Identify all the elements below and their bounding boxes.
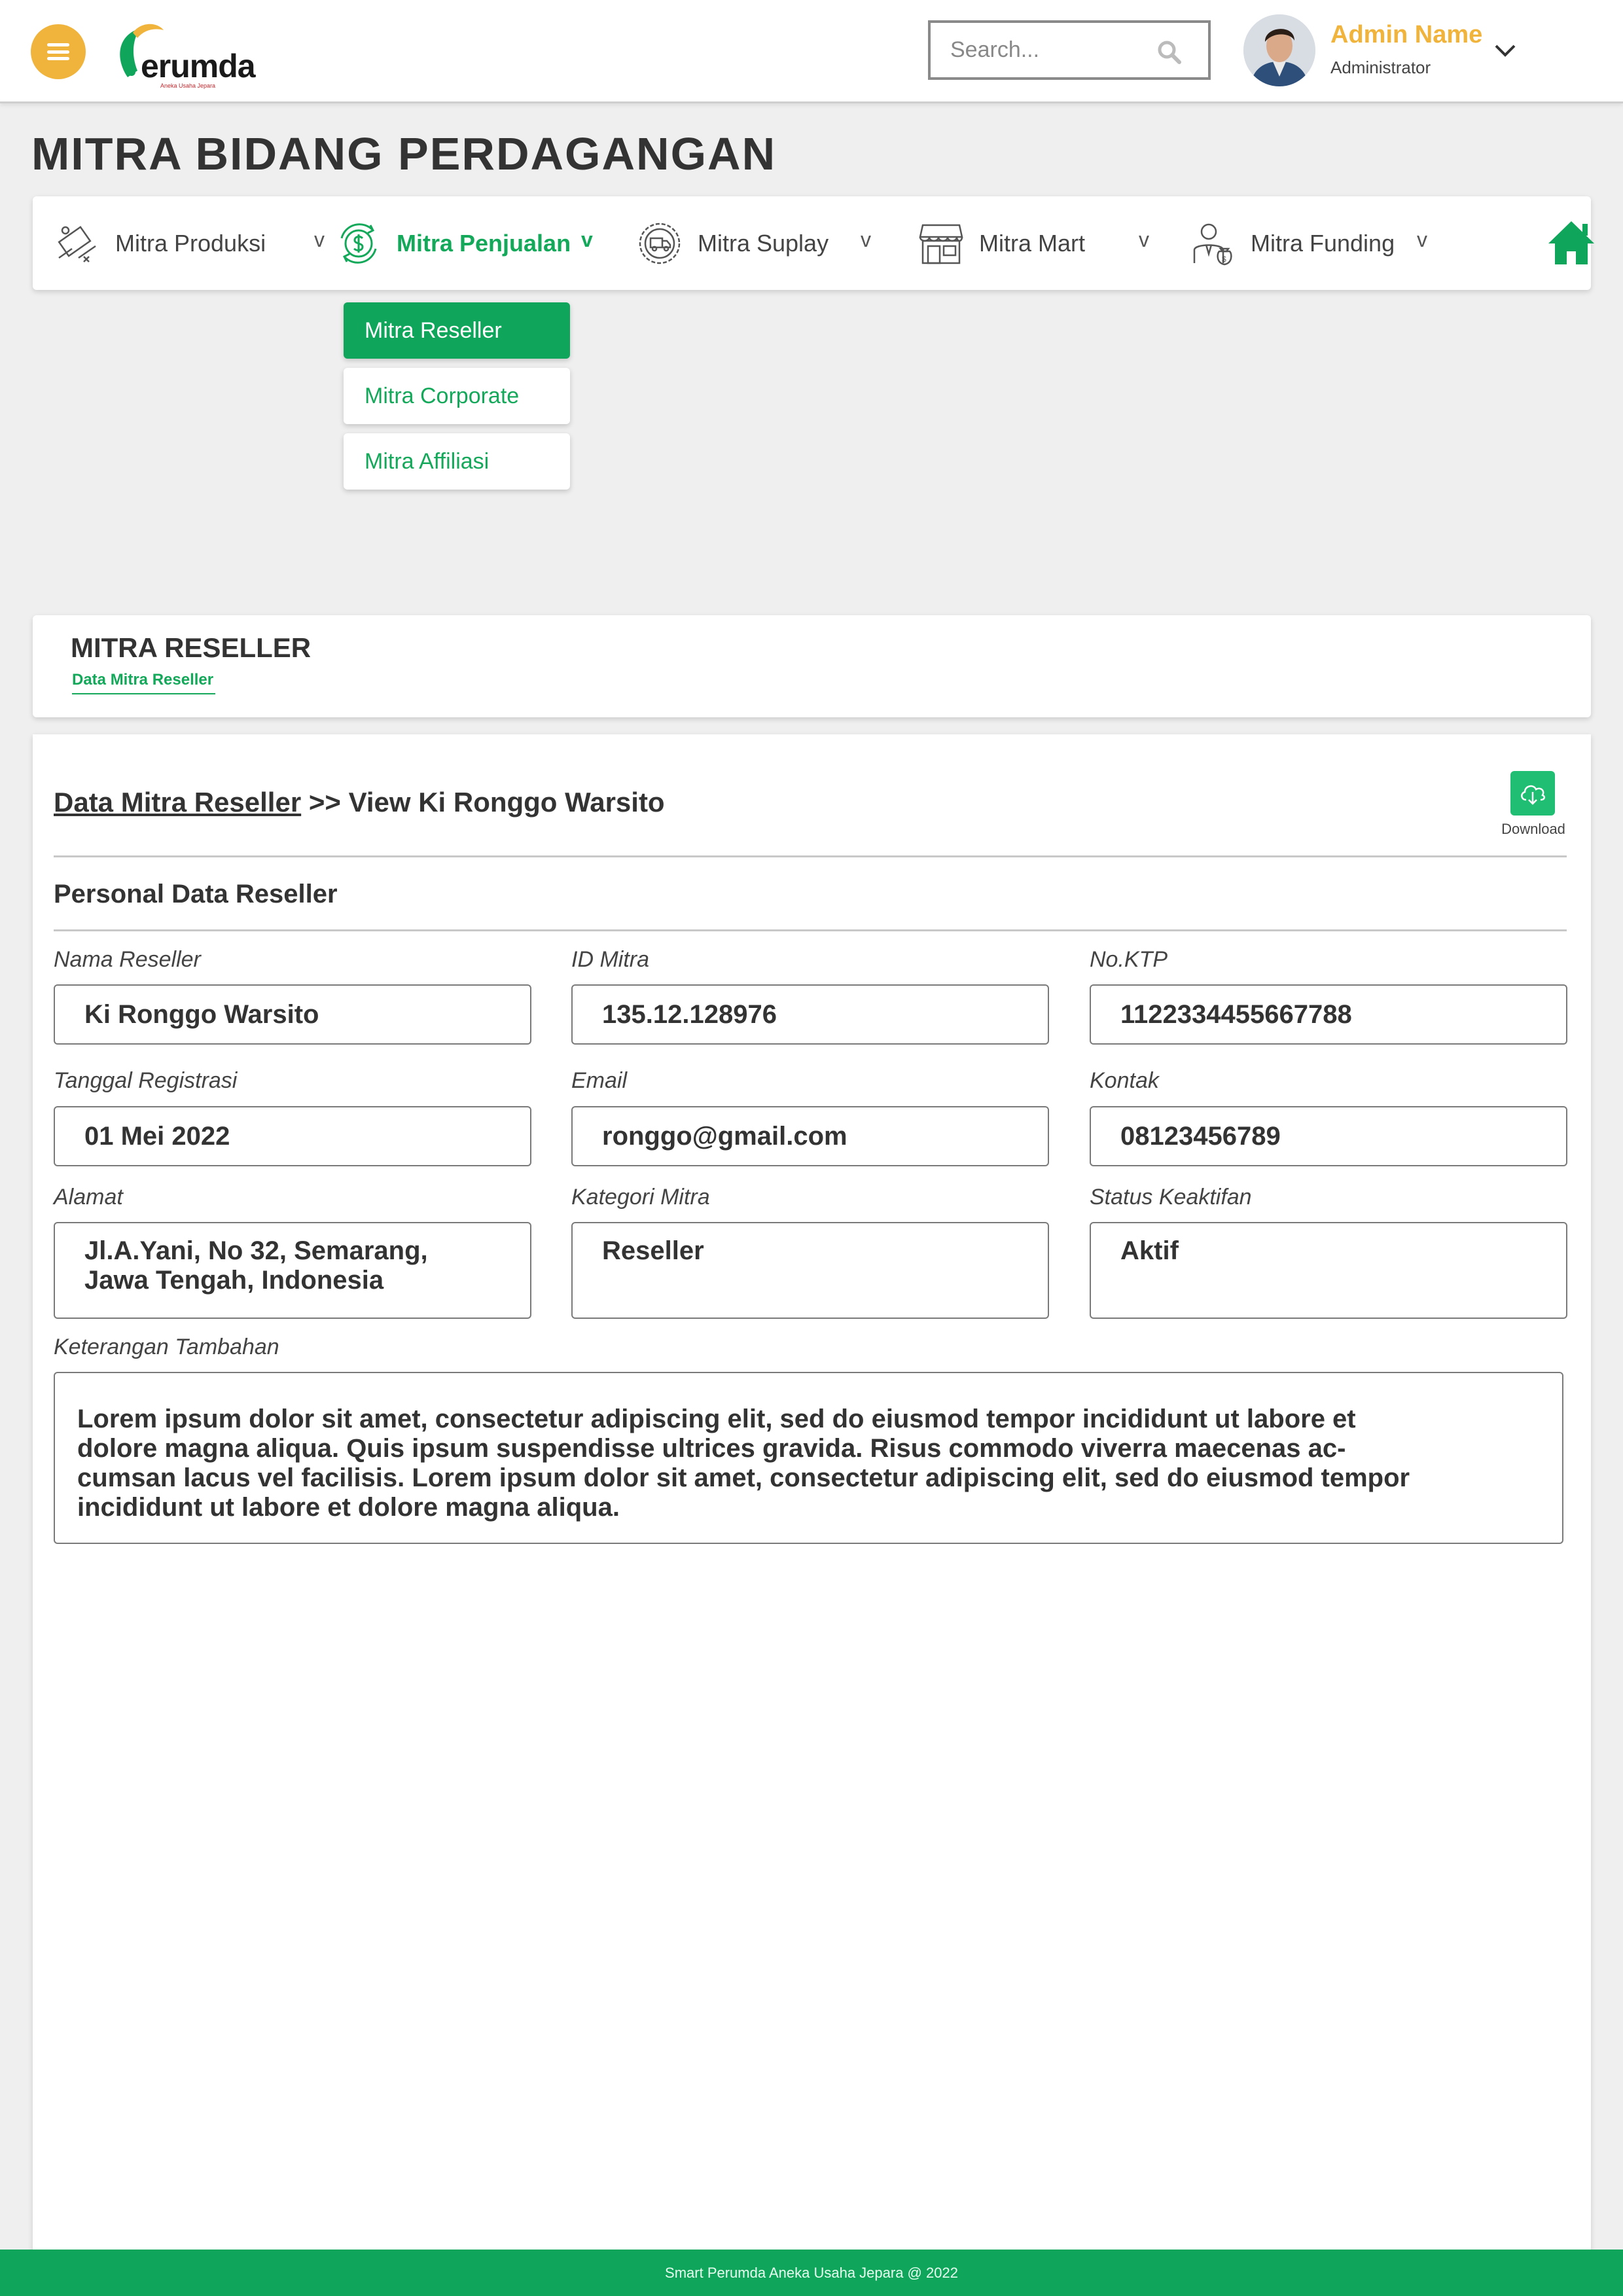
search-box[interactable]: [928, 20, 1211, 80]
field-alamat[interactable]: Jl.A.Yani, No 32, Semarang, Jawa Tengah,…: [54, 1222, 531, 1319]
breadcrumb: Data Mitra Reseller >> View Ki Ronggo Wa…: [54, 787, 665, 818]
user-photo-icon: [1243, 14, 1315, 86]
top-bar: erumda Aneka Usaha Jepara Admin Name Adm…: [0, 0, 1623, 103]
divider: [54, 855, 1567, 857]
search-icon[interactable]: [1157, 40, 1182, 65]
field-no-ktp[interactable]: 1122334455667788: [1090, 984, 1567, 1045]
section-title: MITRA RESELLER: [71, 632, 312, 663]
field-id-mitra[interactable]: 135.12.128976: [571, 984, 1049, 1045]
field-email[interactable]: ronggo@gmail.com: [571, 1106, 1049, 1166]
nav-caret: v: [1417, 228, 1427, 251]
nav-label: Mitra Mart: [979, 229, 1085, 257]
label-nama-reseller: Nama Reseller: [54, 947, 201, 972]
nav-caret: v: [581, 228, 593, 251]
funding-person-icon: $: [1193, 223, 1232, 265]
nav-item-mitra-funding[interactable]: $ Mitra Funding v: [1188, 196, 1427, 290]
label-email: Email: [571, 1068, 628, 1093]
download-label: Download: [1501, 821, 1565, 837]
logo-subtext: Aneka Usaha Jepara: [160, 82, 216, 89]
label-kategori-mitra: Kategori Mitra: [571, 1185, 710, 1210]
nav-item-mitra-penjualan[interactable]: Mitra Penjualan v: [334, 196, 593, 290]
dropdown-item-mitra-corporate[interactable]: Mitra Corporate: [344, 368, 570, 424]
field-keterangan-tambahan[interactable]: Lorem ipsum dolor sit amet, consectetur …: [54, 1372, 1563, 1544]
supply-truck-icon: [639, 223, 681, 264]
personal-data-heading: Personal Data Reseller: [54, 880, 338, 908]
label-id-mitra: ID Mitra: [571, 947, 649, 972]
breadcrumb-link[interactable]: Data Mitra Reseller: [54, 787, 301, 817]
nav-item-mitra-produksi[interactable]: Mitra Produksi v: [52, 196, 325, 290]
label-no-ktp: No.KTP: [1090, 947, 1168, 972]
sales-dollar-icon: [340, 223, 377, 264]
hamburger-icon: [47, 43, 69, 60]
alamat-line-2: Jawa Tengah, Indonesia: [84, 1266, 384, 1295]
hamburger-menu-button[interactable]: [31, 24, 86, 79]
store-icon: [919, 224, 963, 264]
admin-role: Administrator: [1330, 58, 1431, 77]
production-icon: [58, 225, 96, 262]
field-kontak[interactable]: 08123456789: [1090, 1106, 1567, 1166]
field-status-keaktifan[interactable]: Aktif: [1090, 1222, 1567, 1319]
field-kategori-mitra[interactable]: Reseller: [571, 1222, 1049, 1319]
keterangan-line: cumsan lacus vel facilisis. Lorem ipsum …: [77, 1463, 1410, 1492]
label-tanggal-registrasi: Tanggal Registrasi: [54, 1068, 238, 1093]
field-tanggal-registrasi[interactable]: 01 Mei 2022: [54, 1106, 531, 1166]
chevron-down-icon[interactable]: [1492, 41, 1518, 60]
nav-label: Mitra Penjualan: [397, 229, 571, 257]
tab-data-mitra-reseller[interactable]: Data Mitra Reseller: [72, 671, 216, 694]
divider: [54, 929, 1567, 931]
nav-label: Mitra Suplay: [698, 229, 829, 257]
avatar[interactable]: [1243, 14, 1315, 86]
nav-item-mitra-suplay[interactable]: Mitra Suplay v: [635, 196, 871, 290]
dropdown-item-mitra-reseller[interactable]: Mitra Reseller: [344, 302, 570, 359]
nav-label: Mitra Funding: [1251, 229, 1395, 257]
svg-text:$: $: [1222, 255, 1226, 264]
perumda-logo[interactable]: erumda Aneka Usaha Jepara: [101, 18, 256, 89]
breadcrumb-current: >> View Ki Ronggo Warsito: [308, 787, 665, 817]
home-icon[interactable]: [1546, 217, 1597, 268]
field-nama-reseller[interactable]: Ki Ronggo Warsito: [54, 984, 531, 1045]
category-nav: Mitra Produksi v Mitra Penjualan v Mitra…: [33, 196, 1594, 290]
download-button[interactable]: [1510, 771, 1555, 816]
dropdown-item-mitra-affiliasi[interactable]: Mitra Affiliasi: [344, 433, 570, 490]
nav-caret: v: [861, 228, 871, 251]
label-keterangan-tambahan: Keterangan Tambahan: [54, 1335, 279, 1359]
detail-card: Data Mitra Reseller >> View Ki Ronggo Wa…: [33, 734, 1591, 2296]
footer: Smart Perumda Aneka Usaha Jepara @ 2022: [0, 2250, 1623, 2296]
keterangan-line: Lorem ipsum dolor sit amet, consectetur …: [77, 1405, 1356, 1433]
label-status-keaktifan: Status Keaktifan: [1090, 1185, 1252, 1210]
nav-item-mitra-mart[interactable]: Mitra Mart v: [916, 196, 1149, 290]
label-kontak: Kontak: [1090, 1068, 1159, 1093]
page-title: MITRA BIDANG PERDAGANGAN: [31, 128, 777, 179]
logo-text: erumda: [141, 48, 256, 84]
label-alamat: Alamat: [54, 1185, 123, 1210]
keterangan-line: dolore magna aliqua. Quis ipsum suspendi…: [77, 1434, 1346, 1463]
keterangan-line: incididunt ut labore et dolore magna ali…: [77, 1493, 620, 1522]
alamat-line-1: Jl.A.Yani, No 32, Semarang,: [84, 1236, 428, 1265]
nav-caret: v: [314, 228, 325, 251]
cloud-download-icon: [1521, 785, 1546, 805]
search-input[interactable]: [950, 37, 1147, 63]
section-header-card: MITRA RESELLER Data Mitra Reseller: [33, 615, 1591, 717]
nav-label: Mitra Produksi: [115, 229, 266, 257]
admin-name[interactable]: Admin Name: [1330, 21, 1482, 49]
nav-caret: v: [1139, 228, 1149, 251]
